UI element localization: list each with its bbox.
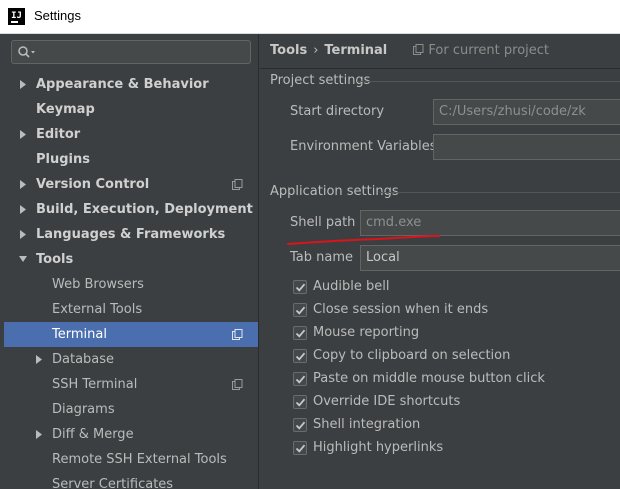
environment-variables-label: Environment Variables [290, 139, 437, 154]
expanded-arrow-icon[interactable] [18, 247, 30, 272]
sidebar-item-label: Languages & Frameworks [36, 227, 226, 242]
sidebar-item[interactable]: Server Certificates [0, 472, 258, 489]
sidebar-item-label: Appearance & Behavior [36, 77, 209, 92]
collapsed-arrow-icon[interactable] [34, 347, 46, 372]
checkmark-icon [295, 352, 306, 361]
checkbox[interactable] [293, 372, 307, 386]
checkbox[interactable] [293, 326, 307, 340]
sidebar-item[interactable]: Database [0, 347, 258, 372]
sidebar-item[interactable]: Terminal [4, 322, 258, 347]
start-directory-field[interactable]: C:/Users/zhusi/code/zk [433, 99, 620, 125]
sidebar-item-label: Diff & Merge [52, 427, 134, 442]
checkmark-icon [295, 421, 306, 430]
collapsed-arrow-icon[interactable] [34, 422, 46, 447]
project-scope-icon [232, 379, 243, 390]
header-divider [260, 68, 620, 69]
scope-label: For current project [428, 43, 549, 58]
checkmark-icon [295, 283, 306, 292]
sidebar-item[interactable]: External Tools [0, 297, 258, 322]
settings-tree: Appearance & Behavior Keymap Editor Plugins… [0, 72, 258, 489]
sidebar-item[interactable]: Keymap [0, 97, 258, 122]
checkbox-label: Mouse reporting [313, 325, 420, 340]
sidebar-item-label: Web Browsers [52, 277, 144, 292]
sidebar-item[interactable]: SSH Terminal [0, 372, 258, 397]
sidebar-item[interactable]: Languages & Frameworks [0, 222, 258, 247]
intellij-app-icon: IJ [8, 8, 25, 25]
checkbox-label: Shell integration [313, 417, 421, 432]
sidebar-item-label: Plugins [36, 152, 90, 167]
breadcrumb-separator: › [313, 43, 319, 58]
checkmark-icon [295, 306, 306, 315]
breadcrumb-parent[interactable]: Tools [270, 43, 307, 58]
checkbox[interactable] [293, 395, 307, 409]
checkbox[interactable] [293, 418, 307, 432]
project-settings-divider [357, 81, 620, 82]
sidebar-item[interactable]: Appearance & Behavior [0, 72, 258, 97]
checkbox-label: Override IDE shortcuts [313, 394, 461, 409]
sidebar-item[interactable]: Tools [0, 247, 258, 272]
shell-path-label: Shell path [290, 215, 356, 230]
tab-name-label: Tab name [290, 250, 354, 265]
sidebar-item[interactable]: Diff & Merge [0, 422, 258, 447]
settings-sidebar: Appearance & Behavior Keymap Editor Plugins… [0, 34, 259, 489]
breadcrumb: Tools › Terminal For current project [270, 41, 549, 61]
collapsed-arrow-icon[interactable] [18, 172, 30, 197]
sidebar-item[interactable]: Plugins [0, 147, 258, 172]
search-icon[interactable] [17, 45, 37, 59]
sidebar-item-label: Tools [36, 252, 74, 267]
collapsed-arrow-icon[interactable] [18, 222, 30, 247]
checkmark-icon [295, 444, 306, 453]
terminal-settings-panel: Tools › Terminal For current project Proje… [260, 34, 620, 489]
sidebar-item[interactable]: Version Control [0, 172, 258, 197]
checkmark-icon [295, 398, 306, 407]
sidebar-item[interactable]: Remote SSH External Tools [0, 447, 258, 472]
sidebar-item-label: Diagrams [52, 402, 115, 417]
checkbox[interactable] [293, 280, 307, 294]
sidebar-item-label: Editor [36, 127, 81, 142]
sidebar-item-label: Remote SSH External Tools [52, 452, 227, 467]
sidebar-item[interactable]: Diagrams [0, 397, 258, 422]
application-settings-divider [380, 192, 620, 193]
sidebar-item-label: SSH Terminal [52, 377, 138, 392]
settings-search-input[interactable] [11, 40, 251, 64]
breadcrumb-current: Terminal [324, 43, 388, 58]
environment-variables-field[interactable] [433, 134, 620, 160]
sidebar-item-label: Build, Execution, Deployment [36, 202, 253, 217]
sidebar-item-label: External Tools [52, 302, 143, 317]
project-scope-icon [413, 44, 424, 55]
sidebar-item-label: Version Control [36, 177, 150, 192]
project-scope-icon [232, 179, 243, 190]
start-directory-label: Start directory [290, 104, 385, 119]
sidebar-item[interactable]: Editor [0, 122, 258, 147]
collapsed-arrow-icon[interactable] [18, 72, 30, 97]
project-scope-icon [232, 329, 243, 340]
checkmark-icon [295, 329, 306, 338]
tab-name-field[interactable]: Local [360, 245, 620, 271]
checkmark-icon [295, 375, 306, 384]
checkbox-label: Paste on middle mouse button click [313, 371, 545, 386]
sidebar-item-label: Terminal [52, 327, 107, 342]
checkbox[interactable] [293, 303, 307, 317]
sidebar-item-label: Database [52, 352, 115, 367]
sidebar-item[interactable]: Build, Execution, Deployment [0, 197, 258, 222]
sidebar-item-label: Keymap [36, 102, 95, 117]
project-settings-title: Project settings [270, 73, 371, 88]
title-bar: IJ Settings [0, 0, 620, 34]
checkbox-label: Copy to clipboard on selection [313, 348, 511, 363]
checkbox[interactable] [293, 441, 307, 455]
checkbox[interactable] [293, 349, 307, 363]
collapsed-arrow-icon[interactable] [18, 197, 30, 222]
sidebar-item[interactable]: Web Browsers [0, 272, 258, 297]
sidebar-item-label: Server Certificates [52, 477, 174, 489]
checkbox-label: Close session when it ends [313, 302, 489, 317]
collapsed-arrow-icon[interactable] [18, 122, 30, 147]
checkbox-label: Audible bell [313, 279, 390, 294]
window-title: Settings [34, 8, 81, 23]
checkbox-label: Highlight hyperlinks [313, 440, 444, 455]
